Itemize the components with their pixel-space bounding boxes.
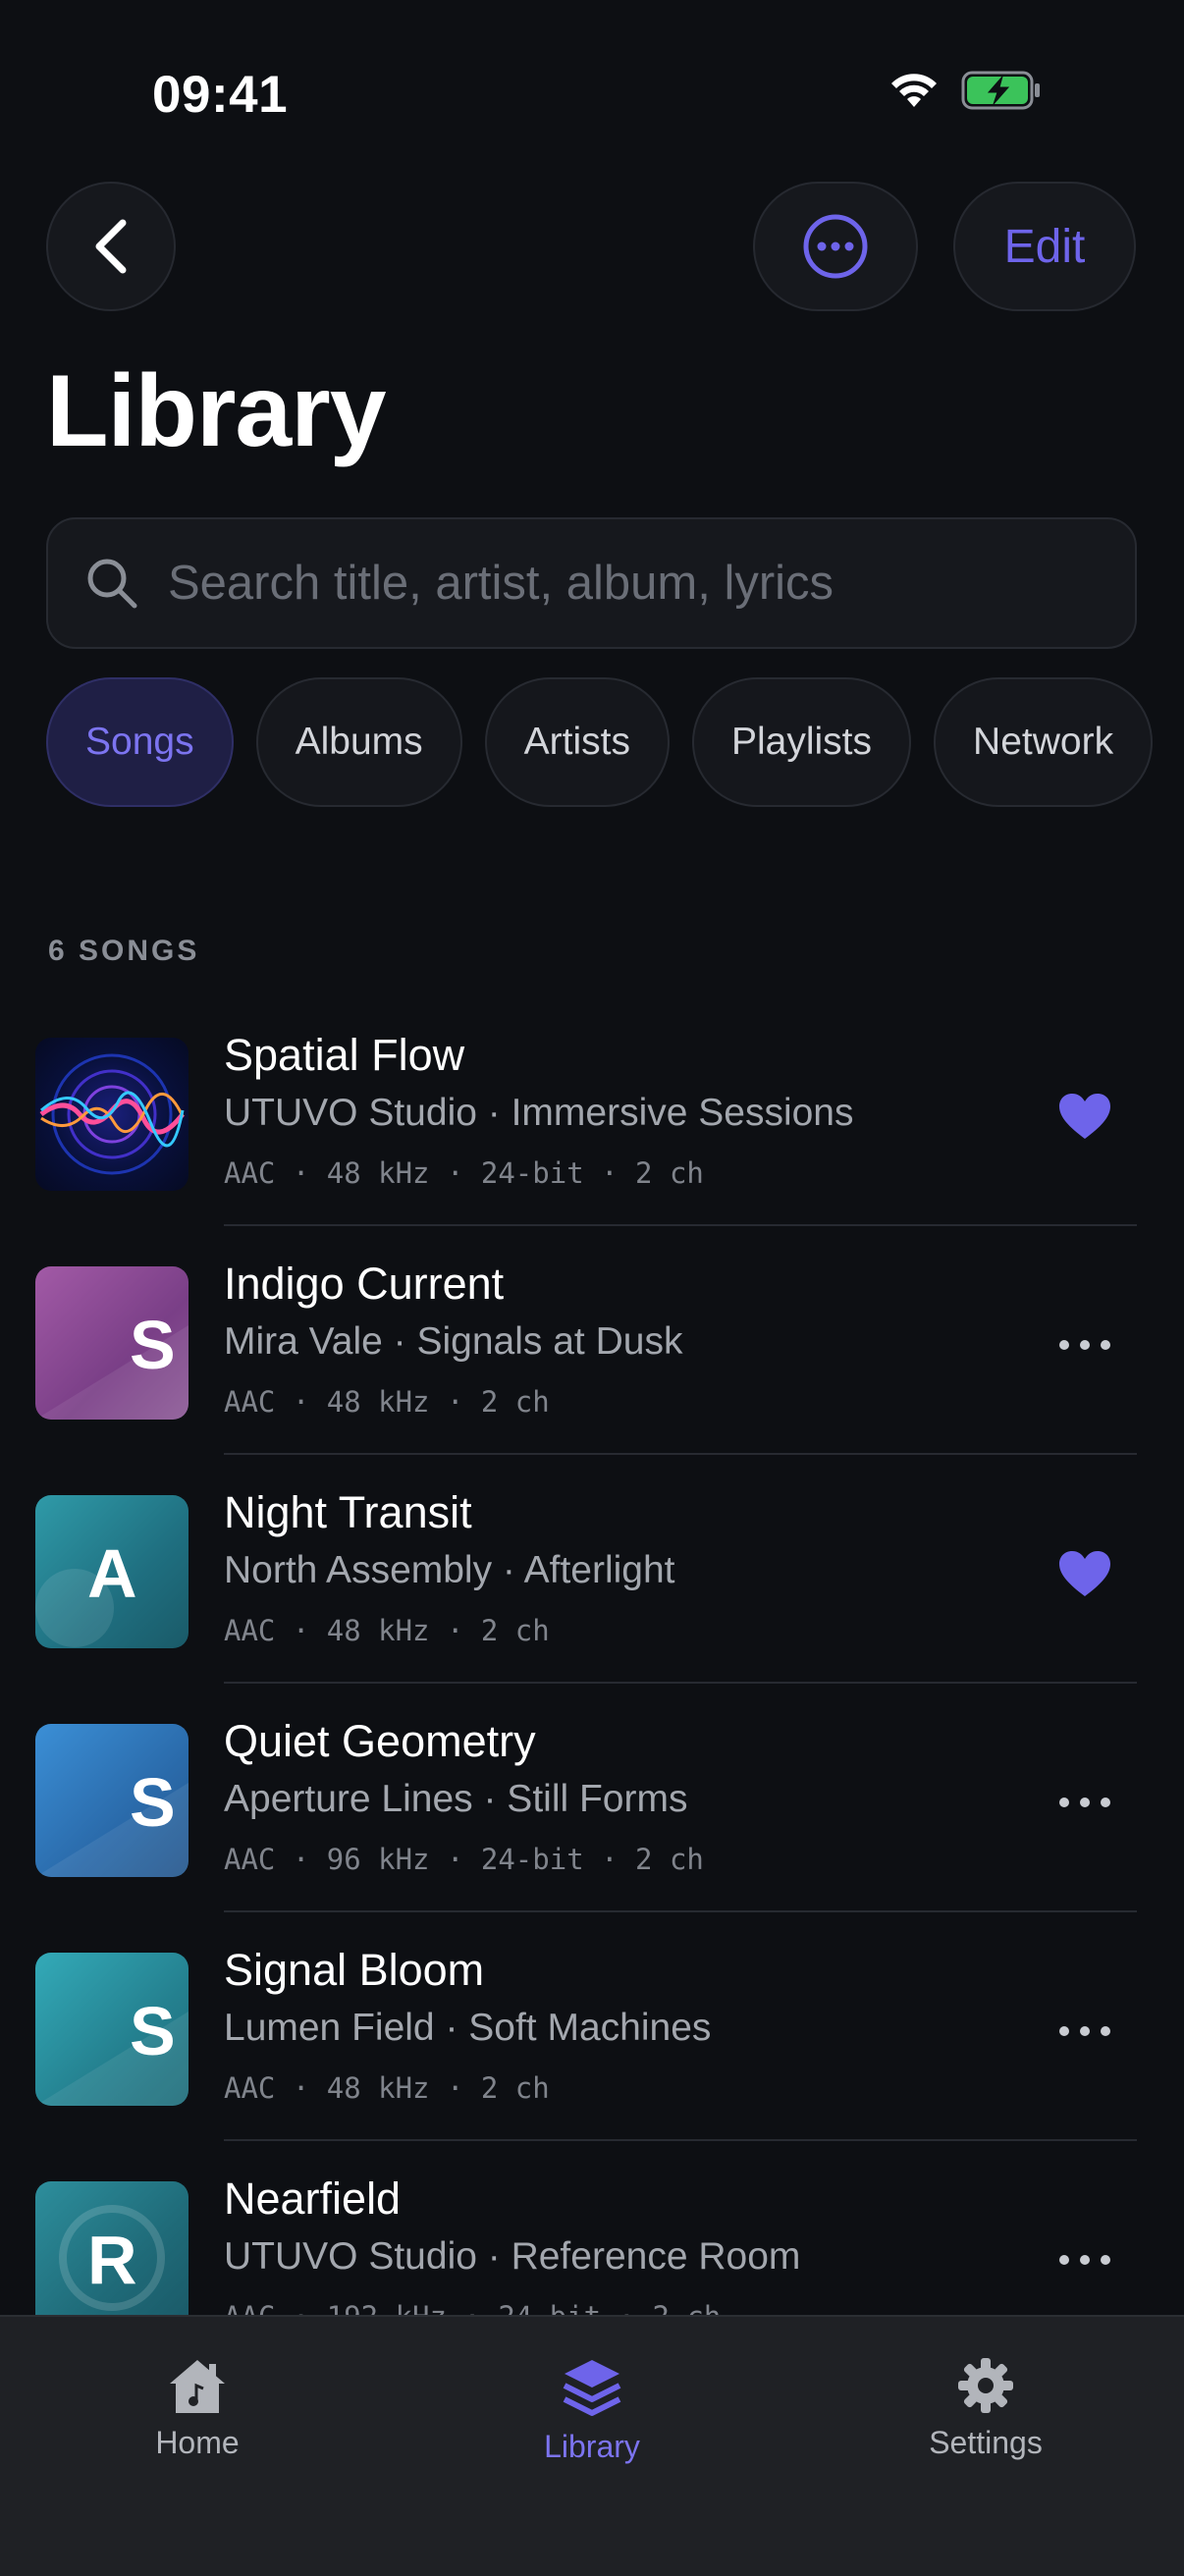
song-row[interactable]: Spatial Flow UTUVO Studio · Immersive Se… [0, 1030, 1184, 1266]
song-artist-album: Mira Vale · Signals at Dusk [224, 1320, 683, 1363]
song-format: AAC · 48 kHz · 24-bit · 2 ch [224, 1156, 704, 1190]
waveform-art-icon [39, 1053, 185, 1175]
album-art: S [35, 1724, 188, 1877]
heart-filled-icon [1059, 1094, 1110, 1139]
album-art [35, 1038, 188, 1191]
song-title: Signal Bloom [224, 1945, 485, 1995]
tab-label: Settings [929, 2425, 1043, 2460]
more-button[interactable] [1050, 1768, 1119, 1837]
edit-button[interactable]: Edit [953, 182, 1136, 311]
page-title: Library [46, 354, 387, 468]
row-divider [224, 1453, 1137, 1455]
tab-label: Library [544, 2429, 640, 2464]
more-button[interactable] [1050, 1311, 1119, 1379]
ellipsis-circle-icon [803, 214, 868, 279]
tab-label: Home [155, 2425, 240, 2460]
album-art: R [35, 2181, 188, 2334]
chevron-left-icon [95, 219, 127, 274]
chip-artists[interactable]: Artists [484, 677, 670, 807]
search-bar[interactable] [46, 517, 1137, 649]
row-divider [224, 1682, 1137, 1684]
song-row[interactable]: S Indigo Current Mira Vale · Signals at … [0, 1259, 1184, 1495]
song-title: Spatial Flow [224, 1030, 465, 1080]
song-format: AAC · 48 kHz · 2 ch [224, 1385, 550, 1419]
album-art: A [35, 1495, 188, 1648]
chip-playlists[interactable]: Playlists [691, 677, 912, 807]
ellipsis-icon [1059, 2026, 1110, 2036]
song-row[interactable]: A Night Transit North Assembly · Afterli… [0, 1487, 1184, 1724]
more-options-button[interactable] [753, 182, 918, 311]
chip-songs[interactable]: Songs [46, 677, 234, 807]
row-divider [224, 1910, 1137, 1912]
more-button[interactable] [1050, 1997, 1119, 2066]
search-icon [87, 559, 137, 609]
tab-library[interactable]: Library [474, 2356, 710, 2465]
art-letter: S [130, 1764, 176, 1841]
status-icons [888, 71, 1042, 110]
album-art: S [35, 1266, 188, 1420]
song-row[interactable]: S Quiet Geometry Aperture Lines · Still … [0, 1716, 1184, 1953]
song-row[interactable]: S Signal Bloom Lumen Field · Soft Machin… [0, 1945, 1184, 2181]
search-input[interactable] [166, 555, 1135, 612]
song-format: AAC · 48 kHz · 2 ch [224, 2071, 550, 2105]
song-title: Quiet Geometry [224, 1716, 536, 1766]
filter-chips: Songs Albums Artists Playlists Network [46, 677, 1154, 807]
chip-network[interactable]: Network [934, 677, 1154, 807]
ellipsis-icon [1059, 2255, 1110, 2265]
more-button[interactable] [1050, 2226, 1119, 2294]
song-artist-album: UTUVO Studio · Immersive Sessions [224, 1092, 854, 1134]
art-letter: S [130, 1307, 176, 1383]
row-divider [224, 1224, 1137, 1226]
tab-settings[interactable]: Settings [868, 2356, 1103, 2461]
battery-charging-icon [961, 71, 1040, 110]
song-format: AAC · 48 kHz · 2 ch [224, 1614, 550, 1647]
song-artist-album: UTUVO Studio · Reference Room [224, 2235, 801, 2278]
song-artist-album: Aperture Lines · Still Forms [224, 1778, 688, 1820]
home-music-icon [170, 2360, 225, 2413]
song-format: AAC · 96 kHz · 24-bit · 2 ch [224, 1843, 704, 1876]
ellipsis-icon [1059, 1340, 1110, 1350]
heart-filled-icon [1059, 1551, 1110, 1596]
back-button[interactable] [46, 182, 176, 311]
favorite-button[interactable] [1050, 1539, 1119, 1608]
ellipsis-icon [1059, 1798, 1110, 1807]
art-letter: A [87, 1535, 137, 1612]
favorite-button[interactable] [1050, 1082, 1119, 1151]
songs-count-label: 6 SONGS [48, 935, 200, 967]
layers-icon [563, 2360, 621, 2416]
chip-albums[interactable]: Albums [255, 677, 462, 807]
row-divider [224, 2139, 1137, 2141]
song-artist-album: Lumen Field · Soft Machines [224, 2007, 712, 2049]
song-title: Indigo Current [224, 1259, 505, 1309]
art-letter: S [130, 1993, 176, 2069]
song-title: Nearfield [224, 2174, 402, 2224]
status-time: 09:41 [152, 66, 289, 124]
wifi-icon [891, 74, 937, 107]
song-title: Night Transit [224, 1487, 472, 1537]
art-letter: R [87, 2222, 137, 2298]
gear-icon [958, 2358, 1013, 2413]
tab-home[interactable]: Home [80, 2356, 315, 2461]
song-artist-album: North Assembly · Afterlight [224, 1549, 675, 1591]
album-art: S [35, 1953, 188, 2106]
tab-bar: Home Library Settings [0, 2315, 1184, 2576]
